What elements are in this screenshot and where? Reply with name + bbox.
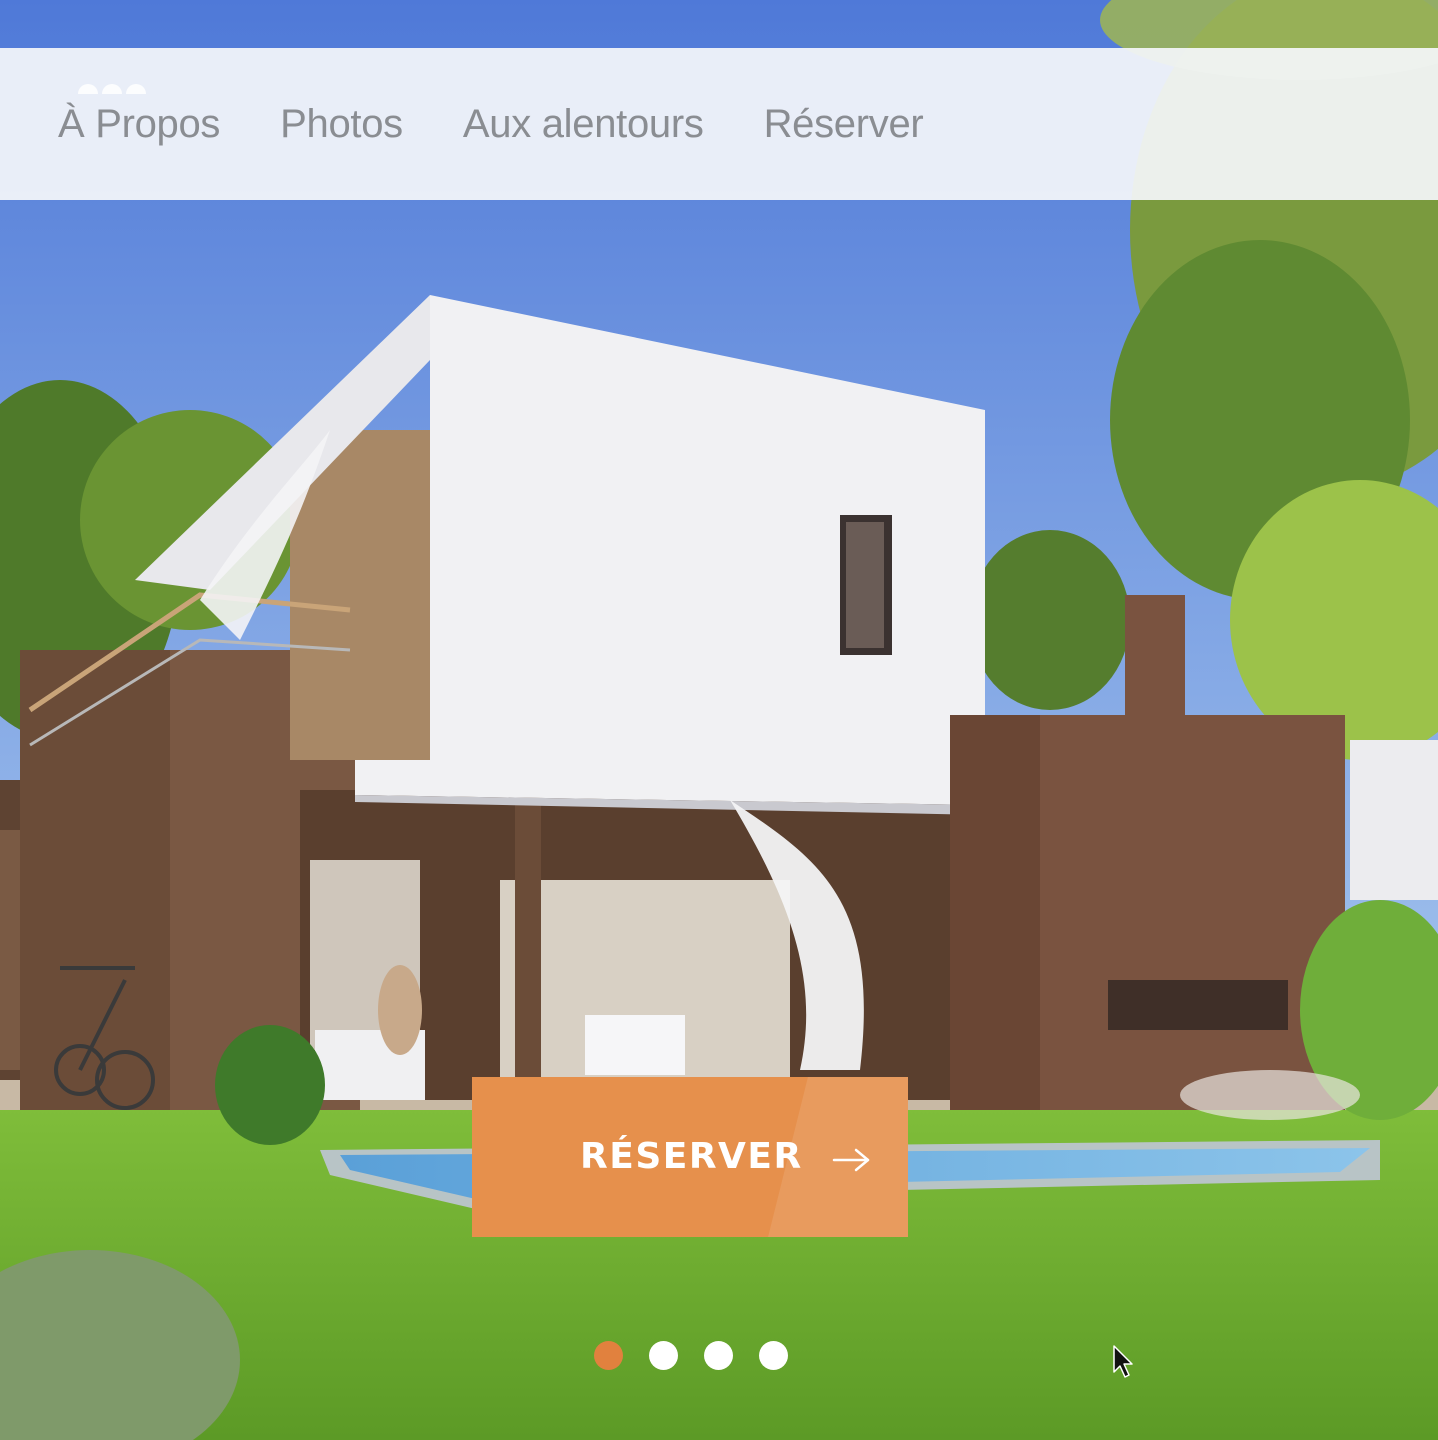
logo-arc [78, 84, 98, 94]
logo[interactable] [78, 84, 150, 98]
nav-item-reserver[interactable]: Réserver [764, 104, 924, 144]
mouse-cursor-icon [1113, 1345, 1133, 1378]
nav-item-aux-alentours[interactable]: Aux alentours [463, 104, 704, 144]
top-navbar: À Propos Photos Aux alentours Réserver [0, 48, 1438, 200]
carousel-dot[interactable] [649, 1341, 678, 1370]
carousel-dot[interactable] [704, 1341, 733, 1370]
carousel-dot[interactable] [594, 1341, 623, 1370]
arrow-right-icon [832, 1148, 870, 1172]
nav-item-a-propos[interactable]: À Propos [58, 104, 220, 144]
nav-menu: À Propos Photos Aux alentours Réserver [58, 48, 983, 200]
logo-arc [126, 84, 146, 94]
carousel-dot[interactable] [759, 1341, 788, 1370]
carousel-indicators [594, 1341, 788, 1370]
logo-arc [102, 84, 122, 94]
nav-item-photos[interactable]: Photos [280, 104, 403, 144]
reserve-cta-label: RÉSERVER [580, 1136, 803, 1177]
